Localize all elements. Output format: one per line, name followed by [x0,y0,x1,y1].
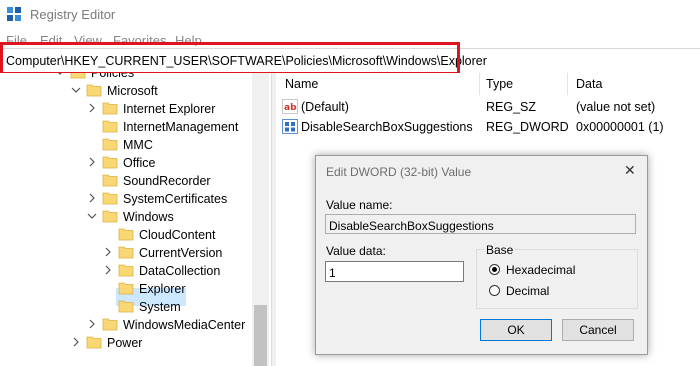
tree-item-label: Explorer [139,282,186,296]
tree-item-label: SystemCertificates [123,192,228,206]
value-name: DisableSearchBoxSuggestions [301,120,473,134]
value-type: REG_SZ [486,100,537,114]
folder-icon [102,174,118,187]
chevron-right-icon[interactable] [86,192,98,204]
decimal-label[interactable]: Decimal [506,284,549,298]
string-value-icon: ab [282,99,298,114]
edit-dword-dialog: Edit DWORD (32-bit) Value ✕ Value name: … [315,155,648,355]
tree-item-label: Microsoft [107,84,158,98]
folder-icon [118,282,134,295]
column-header-data[interactable]: Data [576,77,602,91]
folder-icon [118,246,134,259]
value-row[interactable]: ab (Default) REG_SZ (value not set) [280,98,690,116]
hexadecimal-label[interactable]: Hexadecimal [506,263,575,277]
folder-icon [70,73,86,79]
value-name-label: Value name: [326,198,393,212]
title-bar: Registry Editor [0,0,700,28]
tree-item[interactable]: CurrentVersion [102,244,250,262]
folder-icon [102,192,118,205]
folder-icon [118,228,134,241]
chevron-down-icon[interactable] [54,73,66,78]
value-name-field[interactable]: DisableSearchBoxSuggestions [325,214,636,234]
close-icon[interactable]: ✕ [624,162,636,179]
tree-item[interactable]: WindowsMediaCenter [86,316,250,334]
registry-editor-icon [7,7,21,21]
folder-icon [102,156,118,169]
tree-item-label: Power [107,336,143,350]
chevron-right-icon[interactable] [86,318,98,330]
dialog-title: Edit DWORD (32-bit) Value [326,165,472,179]
tree-item-label: Office [123,156,156,170]
tree-item-label: SoundRecorder [123,174,211,188]
tree-item[interactable]: System [102,298,250,316]
tree-item[interactable]: CloudContent [102,226,250,244]
chevron-down-icon[interactable] [86,210,98,222]
folder-icon [102,318,118,331]
hexadecimal-radio[interactable] [489,264,500,275]
folder-icon [118,300,134,313]
folder-icon [102,120,118,133]
ok-button[interactable]: OK [480,319,552,341]
cancel-button[interactable]: Cancel [562,319,634,341]
column-separator[interactable] [479,73,480,95]
tree-item-label: System [139,300,181,314]
value-data: 0x00000001 (1) [576,120,664,134]
tree-item-label: DataCollection [139,264,221,278]
folder-icon [86,84,102,97]
value-data-input[interactable]: 1 [325,261,464,282]
tree-item-label: CloudContent [139,228,216,242]
tree-item-label: Internet Explorer [123,102,216,116]
column-separator[interactable] [567,73,568,95]
address-highlight-box [0,42,460,75]
value-type: REG_DWORD [486,120,569,134]
tree-item[interactable]: Explorer [102,280,250,298]
tree-item[interactable]: Office [86,154,250,172]
tree-item[interactable]: SoundRecorder [86,172,250,190]
tree-item[interactable]: Policies [54,73,250,82]
value-data-label: Value data: [326,244,386,258]
chevron-down-icon[interactable] [70,84,82,96]
tree-item-label: CurrentVersion [139,246,223,260]
tree-item-label: Policies [91,73,135,80]
tree-item-label: WindowsMediaCenter [123,318,246,332]
tree-item[interactable]: InternetManagement [86,118,250,136]
folder-icon [102,138,118,151]
tree-item[interactable]: Microsoft [70,82,250,100]
value-name: (Default) [301,100,349,114]
binary-value-icon [282,119,298,134]
tree-item-label: Windows [123,210,174,224]
tree-scroll-thumb[interactable] [254,305,267,366]
chevron-right-icon[interactable] [102,264,114,276]
tree-item-label: InternetManagement [123,120,239,134]
tree-item[interactable]: Power [70,334,250,352]
tree-item[interactable]: DataCollection [102,262,250,280]
chevron-right-icon[interactable] [86,156,98,168]
column-header-name[interactable]: Name [285,77,318,91]
folder-icon [102,210,118,223]
tree-item[interactable]: Internet Explorer [86,100,250,118]
value-row[interactable]: DisableSearchBoxSuggestions REG_DWORD 0x… [280,118,690,136]
chevron-right-icon[interactable] [70,336,82,348]
chevron-right-icon[interactable] [86,102,98,114]
base-label: Base [484,243,516,257]
key-tree: Policies Microsoft Internet Explorer Intern… [0,73,271,366]
value-data: (value not set) [576,100,656,114]
decimal-radio[interactable] [489,285,500,296]
tree-item[interactable]: MMC [86,136,250,154]
column-header-type[interactable]: Type [486,77,513,91]
folder-icon [86,336,102,349]
tree-item-label: MMC [123,138,153,152]
tree-item[interactable]: SystemCertificates [86,190,250,208]
base-groupbox [476,249,638,309]
folder-icon [102,102,118,115]
window-title: Registry Editor [30,7,116,22]
folder-icon [118,264,134,277]
tree-item[interactable]: Windows [86,208,250,226]
svg-text:ab: ab [284,103,297,113]
chevron-right-icon[interactable] [102,246,114,258]
